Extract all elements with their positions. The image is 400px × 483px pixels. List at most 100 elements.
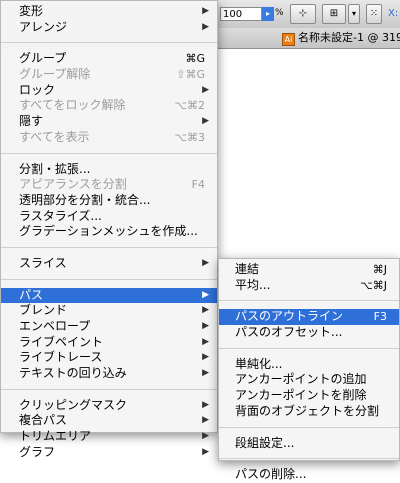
submenu-group-anchor: 単純化... アンカーポイントの追加 アンカーポイントを削除 背面のオブジェクトを分割: [219, 357, 399, 420]
menu-item[interactable]: 背面のオブジェクトを分割: [219, 404, 399, 420]
menu-item[interactable]: パスのオフセット...: [219, 325, 399, 341]
menu-item-label: パスの削除...: [235, 467, 307, 482]
menu-item-label: パスのアウトライン: [235, 309, 344, 324]
menu-item-label: トリムエリア: [19, 429, 92, 444]
menu-item[interactable]: 平均... ⌥⌘J: [219, 278, 399, 294]
menu-item-shortcut: ⌥⌘2: [174, 99, 205, 113]
menu-item-label: パス: [19, 287, 44, 302]
menu-separator: [219, 458, 399, 460]
zoom-input[interactable]: 100: [220, 7, 262, 21]
menu-item[interactable]: グラデーションメッシュを作成...: [1, 224, 217, 240]
menu-item-label: 段組設定...: [235, 435, 295, 450]
menu-item-label: すべてをロック解除: [19, 98, 126, 113]
menu-item-label: グループ解除: [19, 67, 91, 82]
submenu-arrow-icon: ▶: [202, 305, 209, 316]
document-tab[interactable]: Ai 名称未設定-1 @ 319: [282, 30, 400, 46]
document-icon: Ai: [282, 33, 295, 46]
menu-item[interactable]: 複合パス ▶: [1, 413, 217, 429]
submenu-arrow-icon: ▶: [202, 321, 209, 331]
submenu-arrow-icon: ▶: [202, 289, 209, 300]
menu-item[interactable]: エンベロープ ▶: [1, 319, 217, 335]
document-title: 名称未設定-1 @ 319: [298, 31, 400, 44]
menu-item-label: ブレンド: [19, 303, 68, 318]
menu-item-shortcut: ⌥⌘3: [174, 130, 205, 144]
menu-item-shortcut: ⇧⌘G: [176, 68, 205, 82]
menu-item-shortcut: ⌥⌘J: [360, 278, 387, 292]
menu-item[interactable]: グラフ ▶: [1, 445, 217, 461]
submenu-arrow-icon: ▶: [202, 6, 209, 16]
menu-item[interactable]: テキストの回り込み ▶: [1, 366, 217, 382]
path-submenu: 連結 ⌘J 平均... ⌥⌘J パスのアウトライン F3 パスのオフセット... 単純化.…: [218, 258, 400, 481]
menu-group-expand: 分割・拡張... アピアランスを分割 F4 透明部分を分割・統合... ラスタライズ..…: [1, 162, 217, 240]
submenu-group-columns: 段組設定...: [219, 436, 399, 452]
menu-group-mask: クリッピングマスク ▶ 複合パス ▶ トリムエリア ▶ グラフ ▶: [1, 398, 217, 461]
menu-group-slice: スライス ▶: [1, 256, 217, 272]
menu-group-path: パス ▶ ブレンド ▶ エンベロープ ▶ ライブペイント ▶ ライブトレース ▶ テキストの回り込み…: [1, 287, 217, 382]
menu-item[interactable]: パスの削除...: [219, 467, 399, 483]
menu-item-label: ライブペイント: [19, 334, 104, 349]
transform-icon[interactable]: ⊞: [322, 4, 346, 24]
menu-item-label: 変形: [19, 4, 44, 18]
menu-item-label: グラデーションメッシュを作成...: [19, 224, 198, 239]
menu-item[interactable]: 変形 ▶: [1, 4, 217, 20]
menu-item[interactable]: ラスタライズ...: [1, 209, 217, 225]
submenu-group-outline: パスのアウトライン F3 パスのオフセット...: [219, 309, 399, 340]
menu-item-label: 背面のオブジェクトを分割: [235, 403, 380, 418]
submenu-arrow-icon: ▶: [202, 257, 209, 268]
menu-separator: [1, 278, 217, 280]
menu-item-label: 単純化...: [235, 356, 283, 371]
menu-item[interactable]: ロック ▶: [1, 83, 217, 99]
menu-item[interactable]: クリッピングマスク ▶: [1, 398, 217, 414]
submenu-arrow-icon: ▶: [202, 446, 209, 457]
menu-item[interactable]: トリムエリア ▶: [1, 429, 217, 445]
menu-item-shortcut: F3: [373, 310, 387, 324]
menu-item[interactable]: ライブペイント ▶: [1, 335, 217, 351]
menu-item: アピアランスを分割 F4: [1, 177, 217, 193]
menu-item-label: すべてを表示: [19, 129, 90, 144]
menu-item-label: 分割・拡張...: [19, 161, 91, 176]
reference-point-icon[interactable]: ⁙: [366, 4, 382, 24]
menu-item[interactable]: アンカーポイントを削除: [219, 388, 399, 404]
submenu-arrow-icon: ▶: [202, 352, 209, 363]
x-coordinate-label: X:: [388, 8, 399, 19]
menu-item[interactable]: アレンジ ▶: [1, 20, 217, 36]
menu-item-shortcut: ⌘G: [185, 52, 205, 66]
menu-item[interactable]: ブレンド ▶: [1, 303, 217, 319]
object-menu: 変形 ▶ アレンジ ▶ グループ ⌘G グループ解除 ⇧⌘G ロック ▶ すべてをロック解除 ⌥⌘2…: [0, 0, 218, 459]
menu-item: すべてを表示 ⌥⌘3: [1, 130, 217, 146]
menu-item[interactable]: 単純化...: [219, 357, 399, 373]
menu-separator: [219, 426, 399, 428]
submenu-group-cleanup: パスの削除...: [219, 467, 399, 483]
menu-separator: [1, 246, 217, 248]
menu-item[interactable]: パスのアウトライン F3: [219, 309, 399, 326]
submenu-arrow-icon: ▶: [202, 84, 209, 95]
menu-item[interactable]: 隠す ▶: [1, 114, 217, 130]
menu-item-label: アピアランスを分割: [19, 177, 127, 192]
submenu-arrow-icon: ▶: [202, 116, 209, 127]
menu-item[interactable]: 分割・拡張...: [1, 162, 217, 178]
menu-item: すべてをロック解除 ⌥⌘2: [1, 98, 217, 114]
menu-item[interactable]: 段組設定...: [219, 436, 399, 452]
zoom-unit: %: [275, 8, 284, 18]
menu-item[interactable]: アンカーポイントの追加: [219, 372, 399, 388]
transform-dropdown-icon[interactable]: ▾: [348, 4, 360, 24]
menu-item[interactable]: 連結 ⌘J: [219, 262, 399, 278]
submenu-arrow-icon: ▶: [202, 336, 209, 347]
menu-item-label: ロック: [19, 82, 56, 97]
menu-item-label: テキストの回り込み: [19, 366, 127, 381]
menu-group-grouping: グループ ⌘G グループ解除 ⇧⌘G ロック ▶ すべてをロック解除 ⌥⌘2 隠す ▶ すべてを表示…: [1, 51, 217, 145]
menu-item[interactable]: パス ▶: [1, 287, 217, 304]
menu-separator: [219, 300, 399, 302]
menu-item[interactable]: 透明部分を分割・統合...: [1, 193, 217, 209]
menu-item[interactable]: グループ ⌘G: [1, 51, 217, 67]
submenu-arrow-icon: ▶: [202, 21, 209, 32]
menu-separator: [219, 347, 399, 349]
align-icon[interactable]: ⊹: [290, 4, 316, 24]
menu-item-label: 複合パス: [19, 413, 68, 428]
menu-item-label: スライス: [19, 255, 67, 270]
menu-group-transform: 変形 ▶ アレンジ ▶: [1, 4, 217, 35]
menu-item[interactable]: スライス ▶: [1, 256, 217, 272]
zoom-dropdown-arrow[interactable]: ▸: [262, 7, 274, 21]
menu-item-shortcut: F4: [191, 178, 205, 192]
menu-item[interactable]: ライブトレース ▶: [1, 350, 217, 366]
